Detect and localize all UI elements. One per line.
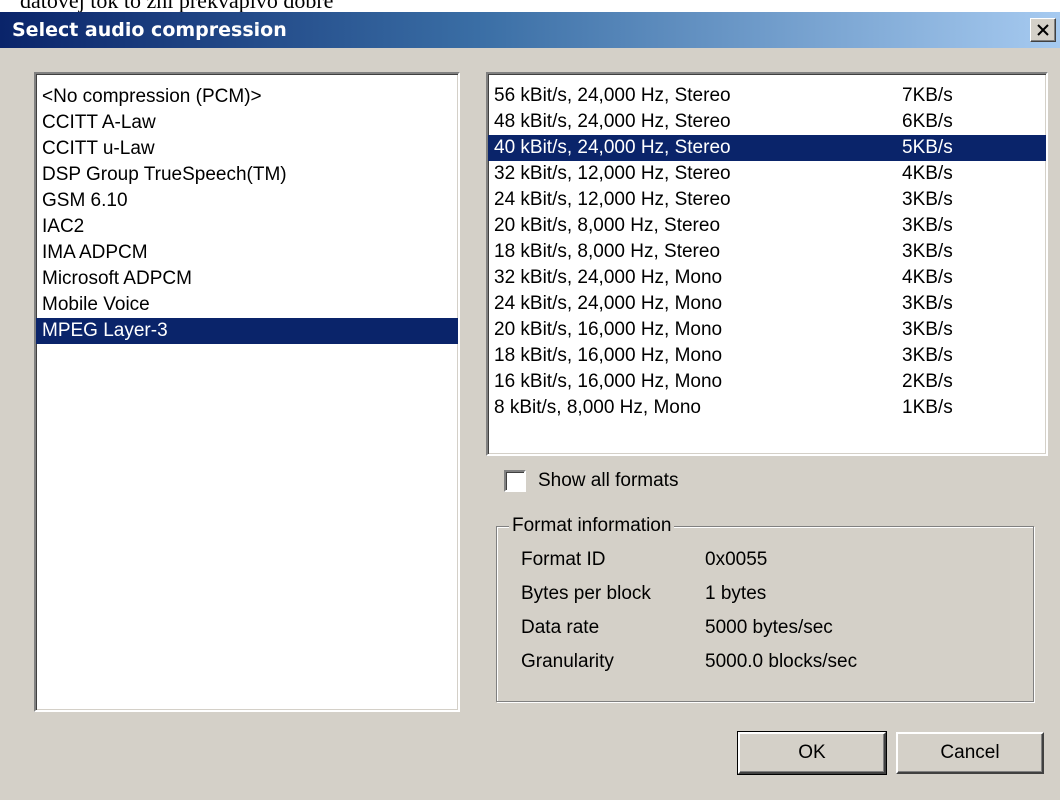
format-list-item[interactable]: 16 kBit/s, 16,000 Hz, Mono 2KB/s xyxy=(488,369,1046,395)
format-label: 20 kBit/s, 8,000 Hz, Stereo xyxy=(494,215,721,236)
format-rate: 1KB/s xyxy=(902,397,953,418)
bytes-per-block-value: 1 bytes xyxy=(705,583,767,604)
codec-list-item[interactable]: IMA ADPCM xyxy=(36,240,458,266)
bytes-per-block-label: Bytes per block xyxy=(521,583,651,604)
format-information-legend: Format information xyxy=(509,513,675,539)
format-label: 24 kBit/s, 12,000 Hz, Stereo xyxy=(494,189,731,210)
format-label: 24 kBit/s, 24,000 Hz, Mono xyxy=(494,293,723,314)
show-all-formats-checkbox[interactable] xyxy=(504,470,526,492)
codec-list-item[interactable]: MPEG Layer-3 xyxy=(36,318,458,344)
format-information-group: Format information Format ID 0x0055 Byte… xyxy=(496,513,1034,702)
codec-list[interactable]: <No compression (PCM)> CCITT A-Law CCITT u… xyxy=(34,72,460,712)
format-rate: 3KB/s xyxy=(902,319,953,340)
format-label: 32 kBit/s, 12,000 Hz, Stereo xyxy=(494,163,731,184)
format-label: 40 kBit/s, 24,000 Hz, Stereo xyxy=(494,137,731,158)
format-rate: 3KB/s xyxy=(902,189,953,210)
format-list-item[interactable]: 56 kBit/s, 24,000 Hz, Stereo 7KB/s xyxy=(488,83,1046,109)
format-label: 18 kBit/s, 16,000 Hz, Mono xyxy=(494,345,723,366)
codec-list-item[interactable]: CCITT u-Law xyxy=(36,136,458,162)
format-label: 8 kBit/s, 8,000 Hz, Mono xyxy=(494,397,701,418)
format-list-item[interactable]: 24 kBit/s, 12,000 Hz, Stereo 3KB/s xyxy=(488,187,1046,213)
data-rate-label: Data rate xyxy=(521,617,600,638)
codec-list-item[interactable]: GSM 6.10 xyxy=(36,188,458,214)
granularity-value: 5000.0 blocks/sec xyxy=(705,651,858,672)
format-list-item[interactable]: 18 kBit/s, 8,000 Hz, Stereo 3KB/s xyxy=(488,239,1046,265)
format-list-item[interactable]: 32 kBit/s, 12,000 Hz, Stereo 4KB/s xyxy=(488,161,1046,187)
format-list-item[interactable]: 20 kBit/s, 8,000 Hz, Stereo 3KB/s xyxy=(488,213,1046,239)
format-rate: 4KB/s xyxy=(902,267,953,288)
format-label: 56 kBit/s, 24,000 Hz, Stereo xyxy=(494,85,731,106)
format-label: 16 kBit/s, 16,000 Hz, Mono xyxy=(494,371,723,392)
format-rate: 3KB/s xyxy=(902,345,953,366)
format-rate: 3KB/s xyxy=(902,241,953,262)
format-list-item[interactable]: 48 kBit/s, 24,000 Hz, Stereo 6KB/s xyxy=(488,109,1046,135)
format-id-label: Format ID xyxy=(521,549,606,570)
format-list-item[interactable]: 24 kBit/s, 24,000 Hz, Mono 3KB/s xyxy=(488,291,1046,317)
format-list-item[interactable]: 8 kBit/s, 8,000 Hz, Mono 1KB/s xyxy=(488,395,1046,421)
granularity-label: Granularity xyxy=(521,651,614,672)
format-rate: 5KB/s xyxy=(902,137,953,158)
dialog-title: Select audio compression xyxy=(12,19,287,41)
format-label: 18 kBit/s, 8,000 Hz, Stereo xyxy=(494,241,721,262)
codec-list-item[interactable]: Microsoft ADPCM xyxy=(36,266,458,292)
background-document-text: datovej tok to zní prekvapivo dobre xyxy=(20,0,334,13)
codec-list-item[interactable]: Mobile Voice xyxy=(36,292,458,318)
codec-list-item[interactable]: IAC2 xyxy=(36,214,458,240)
data-rate-value: 5000 bytes/sec xyxy=(705,617,833,638)
format-rate: 7KB/s xyxy=(902,85,953,106)
format-rate: 3KB/s xyxy=(902,293,953,314)
format-list-item[interactable]: 32 kBit/s, 24,000 Hz, Mono 4KB/s xyxy=(488,265,1046,291)
codec-list-item[interactable]: <No compression (PCM)> xyxy=(36,84,458,110)
format-rate: 6KB/s xyxy=(902,111,953,132)
show-all-formats-label[interactable]: Show all formats xyxy=(538,468,678,494)
format-rate: 3KB/s xyxy=(902,215,953,236)
format-list-item[interactable]: 18 kBit/s, 16,000 Hz, Mono 3KB/s xyxy=(488,343,1046,369)
format-list-item[interactable]: 20 kBit/s, 16,000 Hz, Mono 3KB/s xyxy=(488,317,1046,343)
select-audio-compression-dialog: Select audio compression <No compression… xyxy=(0,12,1060,800)
format-list[interactable]: 56 kBit/s, 24,000 Hz, Stereo 7KB/s 48 kBit… xyxy=(486,72,1048,456)
close-button[interactable] xyxy=(1030,18,1056,42)
format-id-value: 0x0055 xyxy=(705,549,768,570)
codec-list-item[interactable]: CCITT A-Law xyxy=(36,110,458,136)
format-rate: 4KB/s xyxy=(902,163,953,184)
ok-button[interactable]: OK xyxy=(737,731,887,775)
format-rate: 2KB/s xyxy=(902,371,953,392)
format-label: 20 kBit/s, 16,000 Hz, Mono xyxy=(494,319,723,340)
close-icon xyxy=(1037,24,1049,36)
cancel-button[interactable]: Cancel xyxy=(896,732,1044,774)
codec-list-item[interactable]: DSP Group TrueSpeech(TM) xyxy=(36,162,458,188)
format-list-item[interactable]: 40 kBit/s, 24,000 Hz, Stereo 5KB/s xyxy=(488,135,1046,161)
format-label: 32 kBit/s, 24,000 Hz, Mono xyxy=(494,267,723,288)
format-label: 48 kBit/s, 24,000 Hz, Stereo xyxy=(494,111,731,132)
title-bar[interactable]: Select audio compression xyxy=(0,12,1060,48)
